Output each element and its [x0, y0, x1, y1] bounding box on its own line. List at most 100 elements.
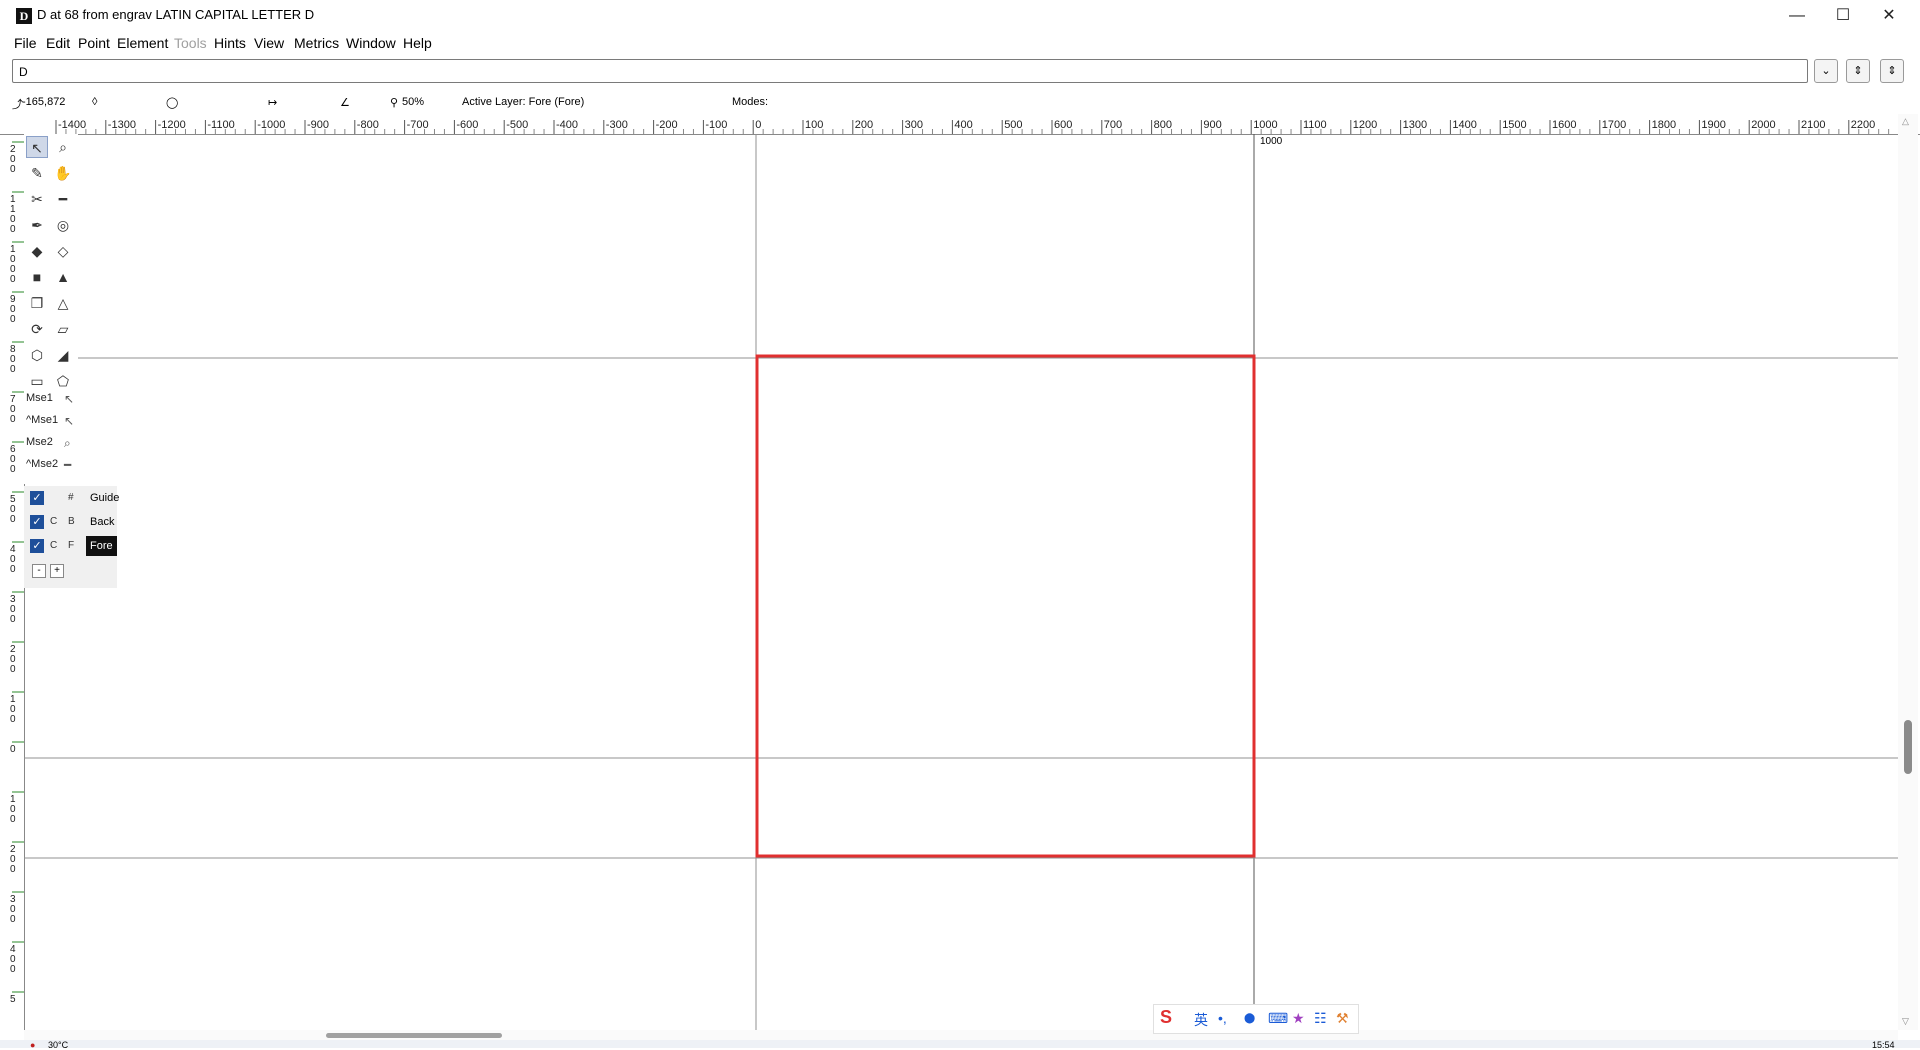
layer-name[interactable]: Guide: [86, 488, 123, 508]
skin-icon[interactable]: ★: [1292, 1010, 1305, 1027]
sogou-logo-icon[interactable]: S: [1160, 1007, 1172, 1028]
ruler-label: 1700: [1602, 119, 1626, 131]
scroll-up-icon[interactable]: △: [1902, 116, 1909, 127]
menu-hints[interactable]: Hints: [214, 35, 246, 51]
ime-toolbar: S 英 •, ⬤ ⌨ ★ ☷ ⚒: [1153, 1004, 1359, 1034]
perspective-icon[interactable]: ◢: [52, 344, 74, 366]
rotate-icon[interactable]: ⟳: [26, 318, 48, 340]
spiro-icon[interactable]: ◎: [52, 214, 74, 236]
layer-name[interactable]: Fore: [86, 536, 117, 556]
ruler-label: 0: [10, 744, 16, 755]
ruler-label: 0: [10, 864, 16, 875]
mouse-binding-tool-icon: ━: [64, 458, 72, 472]
close-button[interactable]: ✕: [1866, 0, 1912, 31]
3d-rotate-icon[interactable]: ⬡: [26, 344, 48, 366]
skew-icon[interactable]: ▱: [52, 318, 74, 340]
ruler-label: -1300: [108, 119, 136, 131]
active-layer-label: Active Layer: Fore (Fore): [462, 96, 585, 108]
apps-grid-icon[interactable]: ☷: [1314, 1010, 1327, 1027]
glyph-name-field[interactable]: D: [12, 59, 1808, 83]
vertical-scroll-thumb[interactable]: [1904, 720, 1912, 774]
title-bar: D D at 68 from engrav LATIN CAPITAL LETT…: [0, 0, 1920, 31]
layer-visible-checkbox[interactable]: ✓: [30, 491, 44, 505]
layer-flag: #: [68, 492, 74, 503]
knife-icon[interactable]: ✂: [26, 188, 48, 210]
vertical-ruler: 2001100100090080070060050040030020010001…: [10, 134, 25, 1030]
ruler-icon[interactable]: ━: [52, 188, 74, 210]
ime-lang-toggle[interactable]: 英: [1194, 1010, 1208, 1030]
hv-curve-point-icon[interactable]: ◇: [52, 240, 74, 262]
ruler-label: 1500: [1502, 119, 1526, 131]
zoom-level: 50%: [402, 96, 425, 108]
ruler-label: -200: [656, 119, 678, 131]
mouse-binding-tool-icon: ↖: [64, 414, 75, 428]
ruler-label: 1200: [1353, 119, 1377, 131]
menu-metrics[interactable]: Metrics: [294, 35, 339, 51]
layers-panel: ✓ # Guide ✓ C B Back ✓ C F Fore - +: [24, 486, 119, 588]
polygon-icon[interactable]: ⬠: [52, 370, 74, 392]
chevron-down-icon: ⌄: [1821, 65, 1831, 77]
flip-icon[interactable]: △: [52, 292, 74, 314]
add-layer-button[interactable]: +: [50, 564, 64, 578]
mouse-binding-label: Mse2: [26, 436, 53, 448]
selection-info-icon: ◯: [166, 97, 179, 109]
layer-flag: F: [68, 540, 75, 551]
mouse-binding-label: Mse1: [26, 392, 53, 404]
prev-next-button-2[interactable]: ⇕: [1880, 59, 1904, 83]
scale-icon[interactable]: ❐: [26, 292, 48, 314]
ruler-label: 5: [10, 994, 16, 1005]
freehand-pencil-icon[interactable]: ✎: [26, 162, 48, 184]
ruler-label: 0: [10, 224, 16, 235]
glyph-dropdown-button[interactable]: ⌄: [1814, 59, 1838, 83]
keyboard-icon[interactable]: ⌨: [1268, 1010, 1288, 1027]
zoom-icon: ⚲: [390, 97, 399, 109]
menu-point[interactable]: Point: [78, 35, 110, 51]
pen-icon[interactable]: ✒: [26, 214, 48, 236]
menu-help[interactable]: Help: [403, 35, 432, 51]
menu-window[interactable]: Window: [346, 35, 396, 51]
tangent-point-icon[interactable]: ▲: [52, 266, 74, 288]
horizontal-scrollbar[interactable]: [24, 1030, 1898, 1040]
ruler-label: 2100: [1801, 119, 1825, 131]
minimize-button[interactable]: —: [1774, 0, 1820, 31]
pointer-icon[interactable]: ↖: [26, 136, 48, 158]
layer-row-fore[interactable]: ✓ C F Fore: [24, 536, 117, 556]
layer-visible-checkbox[interactable]: ✓: [30, 539, 44, 553]
remove-layer-button[interactable]: -: [32, 564, 46, 578]
layer-row-guide[interactable]: ✓ # Guide: [24, 488, 119, 508]
microphone-icon[interactable]: ⬤: [1244, 1013, 1255, 1024]
menu-edit[interactable]: Edit: [46, 35, 70, 51]
menu-view[interactable]: View: [254, 35, 284, 51]
ruler-label: 0: [10, 464, 16, 475]
layer-visible-checkbox[interactable]: ✓: [30, 515, 44, 529]
curve-point-icon[interactable]: ◆: [26, 240, 48, 262]
vertical-scrollbar[interactable]: △ ▽: [1898, 114, 1918, 1030]
menu-element[interactable]: Element: [117, 35, 168, 51]
maximize-button[interactable]: ☐: [1820, 0, 1866, 31]
glyph-canvas[interactable]: 1000: [24, 134, 1898, 1030]
layer-row-back[interactable]: ✓ C B Back: [24, 512, 117, 532]
ruler-label: 0: [10, 914, 16, 925]
ruler-label: 0: [10, 814, 16, 825]
ime-punct-toggle[interactable]: •,: [1218, 1010, 1227, 1026]
scroll-hand-icon[interactable]: ✋: [52, 162, 74, 184]
toolbox-icon[interactable]: ⚒: [1336, 1010, 1349, 1027]
app-icon: D: [16, 8, 32, 24]
ruler-label: 2200: [1851, 119, 1875, 131]
layer-name[interactable]: Back: [86, 512, 118, 532]
ruler-label: -1100: [207, 119, 234, 131]
ruler-label: 1900: [1701, 119, 1725, 131]
glyph-outline-box[interactable]: [755, 354, 1256, 858]
menu-file[interactable]: File: [14, 35, 37, 51]
scroll-down-icon[interactable]: ▽: [1902, 1016, 1909, 1027]
rectangle-icon[interactable]: ▭: [26, 370, 48, 392]
corner-point-icon[interactable]: ■: [26, 266, 48, 288]
horizontal-scroll-thumb[interactable]: [326, 1033, 502, 1038]
distance-icon: ↦: [268, 97, 278, 109]
ruler-label: -700: [407, 119, 429, 131]
magnify-icon[interactable]: ⌕: [52, 136, 74, 158]
ruler-label: -900: [307, 119, 329, 131]
ruler-label: 800: [1154, 119, 1172, 131]
prev-next-button-1[interactable]: ⇕: [1846, 59, 1870, 83]
ruler-label: 900: [1203, 119, 1221, 131]
